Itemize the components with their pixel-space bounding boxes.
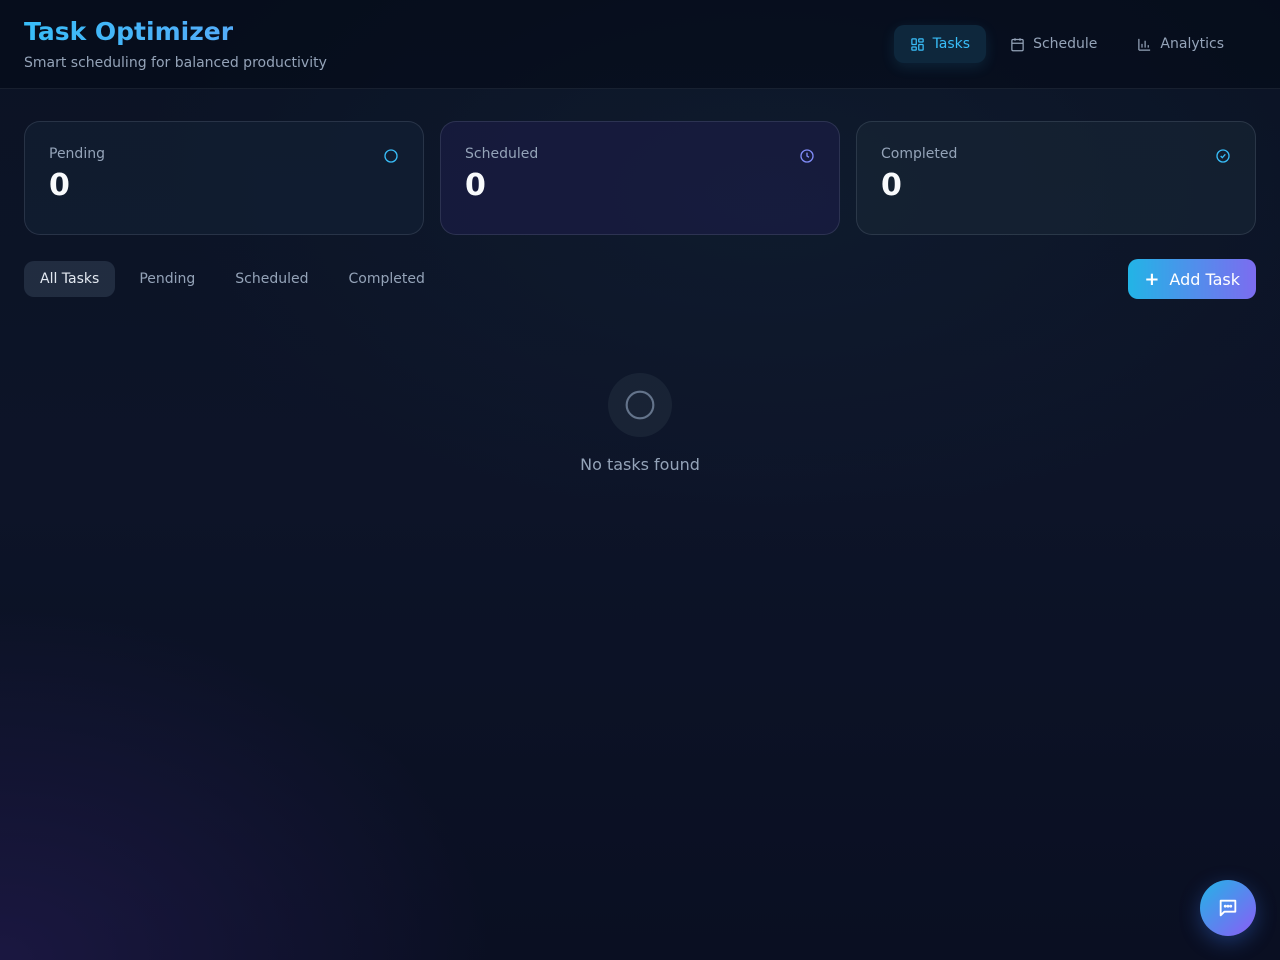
app-title: Task Optimizer xyxy=(24,17,327,47)
circle-icon xyxy=(384,149,398,163)
stat-card-pending: Pending 0 xyxy=(24,121,424,235)
empty-state-badge xyxy=(608,373,672,437)
check-circle-icon xyxy=(1216,149,1230,163)
clock-icon xyxy=(800,149,814,163)
stat-value: 0 xyxy=(881,168,902,203)
filter-all-tasks[interactable]: All Tasks xyxy=(24,261,116,297)
app-header: Task Optimizer Smart scheduling for bala… xyxy=(0,0,1280,89)
filter-pending[interactable]: Pending xyxy=(123,261,211,297)
app-subtitle: Smart scheduling for balanced productivi… xyxy=(24,55,327,71)
circle-icon xyxy=(625,390,655,420)
stat-value: 0 xyxy=(49,168,70,203)
nav-analytics-label: Analytics xyxy=(1160,36,1224,52)
empty-state: No tasks found xyxy=(0,373,1280,474)
stat-card-completed: Completed 0 xyxy=(856,121,1256,235)
stat-label: Pending xyxy=(49,146,105,162)
nav-tasks[interactable]: Tasks xyxy=(893,25,987,63)
bar-chart-icon xyxy=(1138,38,1151,51)
calendar-icon xyxy=(1011,37,1024,51)
stats-row: Pending 0 Scheduled 0 Completed 0 xyxy=(0,89,1280,235)
task-toolbar: All Tasks Pending Scheduled Completed + … xyxy=(0,259,1280,299)
filter-completed[interactable]: Completed xyxy=(333,261,441,297)
stat-card-scheduled: Scheduled 0 xyxy=(440,121,840,235)
nav-analytics[interactable]: Analytics xyxy=(1121,25,1240,63)
stat-label: Completed xyxy=(881,146,958,162)
filter-tabs: All Tasks Pending Scheduled Completed xyxy=(24,261,441,297)
nav-schedule[interactable]: Schedule xyxy=(994,25,1113,63)
main-nav: Tasks Schedule Analytics xyxy=(893,25,1240,63)
stat-label: Scheduled xyxy=(465,146,539,162)
filter-scheduled[interactable]: Scheduled xyxy=(219,261,324,297)
add-task-button[interactable]: + Add Task xyxy=(1128,259,1256,299)
add-task-label: Add Task xyxy=(1169,269,1240,289)
grid-icon xyxy=(910,37,924,51)
chat-icon xyxy=(1219,899,1237,917)
plus-icon: + xyxy=(1144,268,1160,290)
stat-value: 0 xyxy=(465,168,486,203)
nav-schedule-label: Schedule xyxy=(1033,36,1098,52)
chat-button[interactable] xyxy=(1200,880,1256,936)
brand: Task Optimizer Smart scheduling for bala… xyxy=(24,17,327,71)
empty-state-text: No tasks found xyxy=(580,455,700,474)
nav-tasks-label: Tasks xyxy=(932,36,971,52)
